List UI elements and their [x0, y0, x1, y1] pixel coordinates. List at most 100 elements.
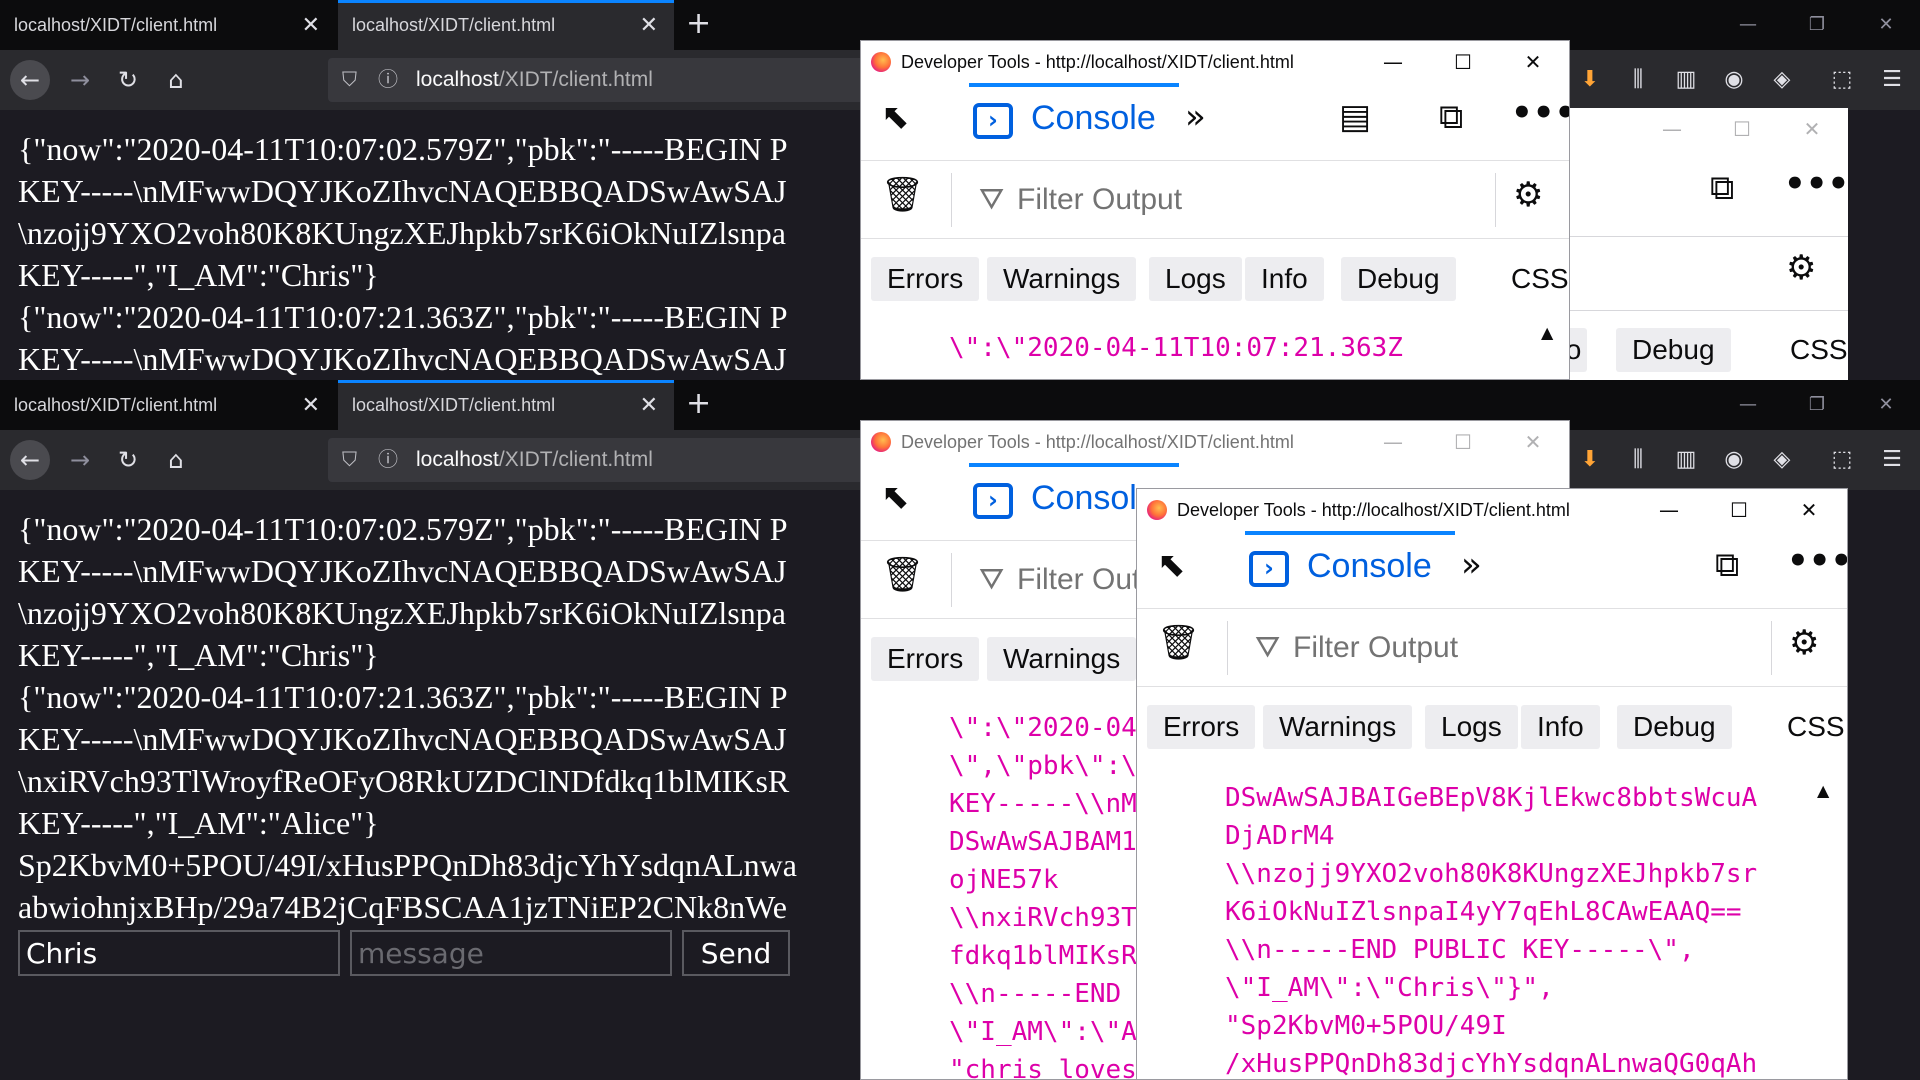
minimize-icon[interactable]: — [1728, 0, 1768, 50]
home-icon[interactable]: ⌂ [156, 60, 196, 100]
css-filter-toggle[interactable]: CSS [1790, 334, 1848, 366]
scroll-up-icon[interactable]: ▲ [1817, 781, 1829, 800]
tab-2-active[interactable]: localhost/XIDT/client.html ✕ [338, 380, 674, 430]
reload-icon[interactable]: ↻ [108, 440, 148, 480]
minimize-icon[interactable]: — [1373, 421, 1413, 463]
close-tab-icon[interactable]: ✕ [302, 380, 320, 430]
more-icon[interactable]: ••• [1784, 164, 1848, 204]
dock-side-icon[interactable]: ⧉ [1439, 97, 1463, 137]
settings-gear-icon[interactable]: ⚙ [1789, 623, 1819, 663]
minimize-icon[interactable]: — [1652, 108, 1692, 150]
new-tab-icon[interactable]: + [686, 380, 711, 430]
more-tools-chevron-icon[interactable]: » [1461, 545, 1482, 585]
info-icon[interactable]: ⓘ [378, 438, 398, 482]
restore-icon[interactable]: ❐ [1797, 380, 1837, 430]
menu-icon[interactable]: ☰ [1872, 60, 1912, 100]
close-window-icon[interactable]: ✕ [1866, 380, 1906, 430]
extension-mask-icon[interactable]: ◈ [1762, 60, 1802, 100]
extensions-icon[interactable]: ⬚ [1822, 60, 1862, 100]
maximize-icon[interactable]: ☐ [1722, 108, 1762, 150]
close-icon[interactable]: ✕ [1513, 421, 1553, 463]
settings-gear-icon[interactable]: ⚙ [1513, 175, 1543, 215]
tab-2-active[interactable]: localhost/XIDT/client.html ✕ [338, 0, 674, 50]
library-icon[interactable]: ⫼ [1618, 440, 1658, 480]
filter-warnings-chip[interactable]: Warnings [987, 257, 1137, 301]
maximize-icon[interactable]: ☐ [1443, 41, 1483, 83]
back-icon[interactable]: ← [10, 440, 50, 480]
more-icon[interactable]: ••• [1787, 541, 1847, 581]
library-icon[interactable]: ⫼ [1618, 60, 1658, 100]
tab-console[interactable]: Console [1031, 99, 1156, 138]
element-picker-icon[interactable]: ⬉ [881, 477, 910, 517]
css-filter-toggle[interactable]: CSS [1511, 263, 1569, 295]
trash-icon[interactable]: 🗑 [881, 175, 924, 215]
close-icon[interactable]: ✕ [1513, 41, 1553, 83]
filter-warnings-chip[interactable]: Warnings [1263, 705, 1413, 749]
forward-icon[interactable]: → [60, 440, 100, 480]
settings-gear-icon[interactable]: ⚙ [1786, 248, 1816, 288]
url-bar[interactable]: ⛉ ⓘ localhost/XIDT/client.html [328, 58, 868, 102]
maximize-icon[interactable]: ☐ [1719, 489, 1759, 531]
minimize-icon[interactable]: — [1373, 41, 1413, 83]
dock-side-icon[interactable]: ⧉ [1710, 168, 1734, 208]
console-icon[interactable]: › [1249, 551, 1289, 587]
minimize-icon[interactable]: — [1649, 489, 1689, 531]
close-tab-icon[interactable]: ✕ [640, 3, 658, 47]
account-icon[interactable]: ◉ [1714, 440, 1754, 480]
menu-icon[interactable]: ☰ [1872, 440, 1912, 480]
filter-warnings-chip[interactable]: Warnings [987, 637, 1137, 681]
minimize-icon[interactable]: — [1728, 380, 1768, 430]
close-icon[interactable]: ✕ [1789, 489, 1829, 531]
info-icon[interactable]: ⓘ [378, 58, 398, 102]
more-icon[interactable]: ••• [1511, 93, 1569, 133]
filter-errors-chip[interactable]: Errors [871, 257, 980, 301]
tab-1[interactable]: localhost/XIDT/client.html ✕ [0, 0, 336, 50]
filter-errors-chip[interactable]: Errors [871, 637, 980, 681]
account-icon[interactable]: ◉ [1714, 60, 1754, 100]
download-icon[interactable]: ⬇ [1570, 60, 1610, 100]
element-picker-icon[interactable]: ⬉ [881, 97, 910, 137]
sidebar-icon[interactable]: ▥ [1666, 440, 1706, 480]
more-tools-chevron-icon[interactable]: » [1185, 97, 1206, 137]
element-picker-icon[interactable]: ⬉ [1157, 545, 1186, 585]
close-icon[interactable]: ✕ [1792, 108, 1832, 150]
close-tab-icon[interactable]: ✕ [640, 383, 658, 427]
close-tab-icon[interactable]: ✕ [302, 0, 320, 50]
shield-icon[interactable]: ⛉ [342, 58, 357, 102]
maximize-icon[interactable]: ☐ [1443, 421, 1483, 463]
filter-debug-chip[interactable]: Debug [1617, 705, 1732, 749]
dock-side-icon[interactable]: ⧉ [1715, 545, 1739, 585]
send-button[interactable]: Send [682, 930, 790, 976]
message-input[interactable] [350, 930, 672, 976]
restore-icon[interactable]: ❐ [1797, 0, 1837, 50]
new-tab-icon[interactable]: + [686, 0, 711, 50]
tab-console[interactable]: Console [1307, 547, 1432, 586]
download-icon[interactable]: ⬇ [1570, 440, 1610, 480]
console-icon[interactable]: › [973, 483, 1013, 519]
back-icon[interactable]: ← [10, 60, 50, 100]
scroll-up-icon[interactable]: ▲ [1541, 323, 1553, 342]
filter-debug-chip[interactable]: Debug [1341, 257, 1456, 301]
filter-info-chip[interactable]: Info [1245, 257, 1324, 301]
extensions-icon[interactable]: ⬚ [1822, 440, 1862, 480]
trash-icon[interactable]: 🗑 [881, 555, 924, 595]
filter-info-chip[interactable]: Info [1521, 705, 1600, 749]
name-input[interactable] [18, 930, 340, 976]
filter-logs-chip[interactable]: Logs [1425, 705, 1518, 749]
filter-debug-chip[interactable]: Debug [1616, 328, 1731, 372]
extension-mask-icon[interactable]: ◈ [1762, 440, 1802, 480]
shield-icon[interactable]: ⛉ [342, 438, 357, 482]
url-bar[interactable]: ⛉ ⓘ localhost/XIDT/client.html [328, 438, 868, 482]
filter-output-input[interactable]: Filter Output [1293, 631, 1458, 665]
close-window-icon[interactable]: ✕ [1866, 0, 1906, 50]
forward-icon[interactable]: → [60, 60, 100, 100]
console-icon[interactable]: › [973, 103, 1013, 139]
trash-icon[interactable]: 🗑 [1157, 623, 1200, 663]
reload-icon[interactable]: ↻ [108, 60, 148, 100]
filter-errors-chip[interactable]: Errors [1147, 705, 1256, 749]
filter-output-input[interactable]: Filter Output [1017, 183, 1182, 217]
filter-logs-chip[interactable]: Logs [1149, 257, 1242, 301]
tab-1[interactable]: localhost/XIDT/client.html ✕ [0, 380, 336, 430]
sidebar-icon[interactable]: ▥ [1666, 60, 1706, 100]
home-icon[interactable]: ⌂ [156, 440, 196, 480]
